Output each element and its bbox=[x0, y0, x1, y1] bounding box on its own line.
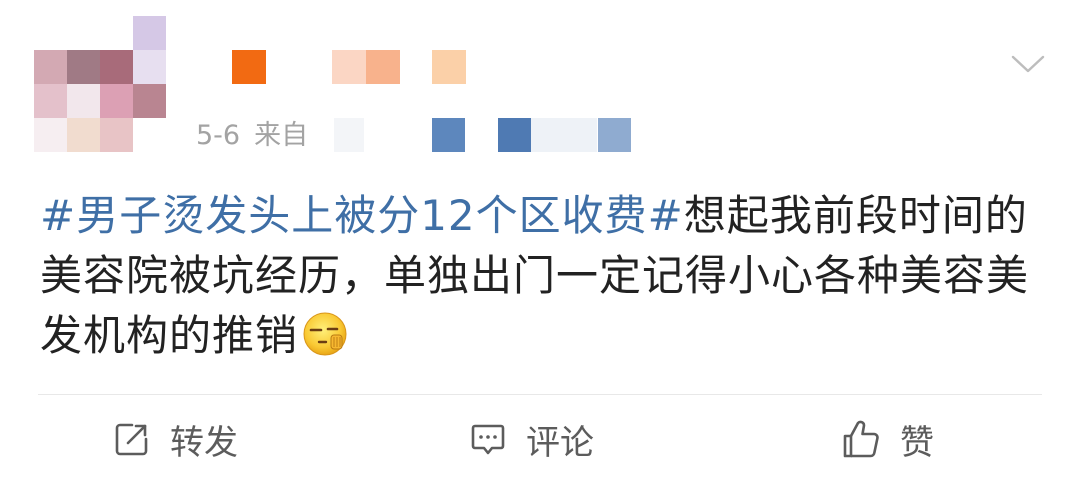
thumbs-up-icon bbox=[840, 418, 882, 460]
hashtag-link[interactable]: #男子烫发头上被分12个区收费# bbox=[40, 191, 684, 240]
like-label: 赞 bbox=[900, 422, 934, 463]
username[interactable] bbox=[232, 50, 472, 84]
post-meta: 5-6 来自 bbox=[196, 118, 308, 154]
source-pixel bbox=[531, 118, 564, 152]
avatar-pixel bbox=[34, 84, 67, 118]
repost-button[interactable]: 转发 bbox=[112, 416, 238, 463]
chevron-down-icon bbox=[1011, 54, 1045, 78]
source-pixel bbox=[564, 118, 597, 152]
post-menu-button[interactable] bbox=[1006, 48, 1050, 84]
avatar-pixel bbox=[100, 118, 133, 152]
source-prefix: 来自 bbox=[254, 120, 309, 151]
avatar-pixel bbox=[133, 16, 166, 50]
avatar-pixel bbox=[100, 50, 133, 84]
avatar-pixel bbox=[133, 50, 166, 84]
source-pixel bbox=[432, 118, 465, 152]
source-pixel bbox=[498, 118, 531, 152]
repost-label: 转发 bbox=[170, 422, 238, 463]
comment-label: 评论 bbox=[526, 422, 594, 463]
username-pixel bbox=[432, 50, 466, 84]
username-pixel bbox=[332, 50, 366, 84]
source-pixel bbox=[598, 118, 631, 152]
comment-button[interactable]: 评论 bbox=[468, 416, 594, 463]
avatar-pixel bbox=[100, 84, 133, 118]
avatar-pixel bbox=[67, 84, 100, 118]
divider bbox=[38, 394, 1042, 395]
username-pixel bbox=[232, 50, 266, 84]
like-button[interactable]: 赞 bbox=[840, 416, 934, 463]
avatar-pixel bbox=[34, 118, 67, 152]
post-text: #男子烫发头上被分12个区收费#想起我前段时间的美容院被坑经历，单独出门一定记得… bbox=[40, 186, 1040, 366]
source-pixel bbox=[334, 118, 364, 152]
action-bar: 转发 评论 赞 bbox=[0, 396, 1080, 483]
avatar[interactable] bbox=[34, 16, 166, 152]
avatar-pixel bbox=[34, 50, 67, 84]
post-source[interactable] bbox=[334, 118, 634, 152]
comment-icon bbox=[468, 419, 508, 459]
username-pixel bbox=[366, 50, 400, 84]
avatar-pixel bbox=[67, 118, 100, 152]
avatar-pixel bbox=[67, 50, 100, 84]
post-date: 5-6 bbox=[196, 120, 241, 151]
repost-icon bbox=[112, 419, 152, 459]
smirk-hand-emoji bbox=[302, 311, 348, 357]
avatar-pixel bbox=[133, 84, 166, 118]
